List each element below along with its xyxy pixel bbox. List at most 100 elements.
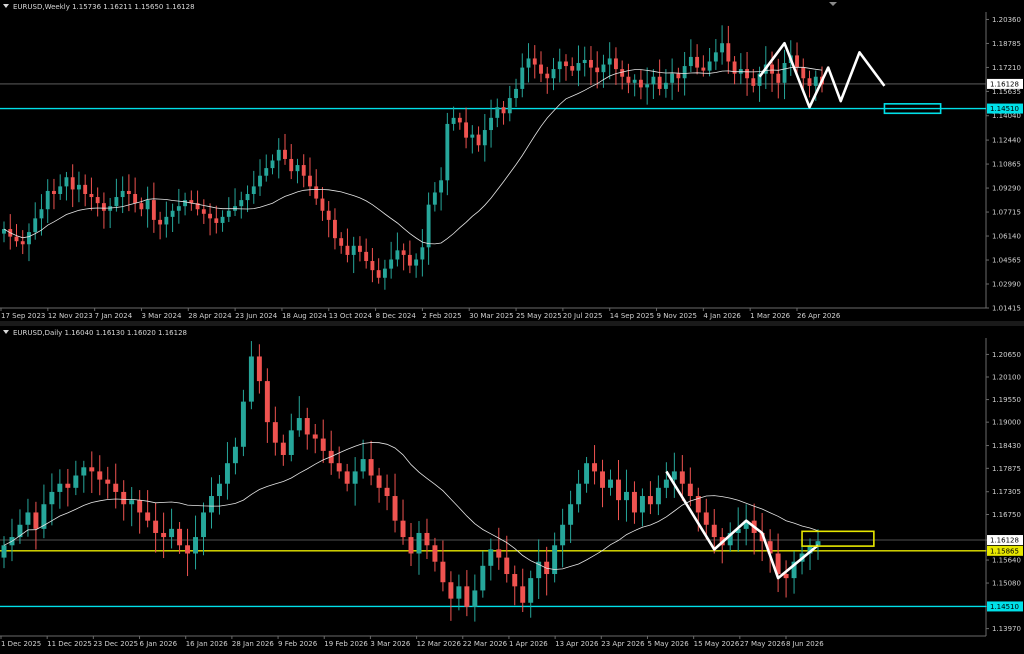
candle-body [545,73,550,79]
candle-body [495,107,500,118]
candle-body [220,216,225,223]
candle-body [528,578,534,603]
price-tick-label: 1.02990 [992,281,1021,289]
candle-body [376,475,382,488]
date-tick-label: 25 May 2025 [516,312,562,320]
price-tick-label: 1.15635 [992,88,1021,96]
date-tick-label: 23 Apr 2026 [601,640,645,648]
price-tick-label: 1.01415 [992,305,1021,313]
candle-body [645,84,650,88]
price-tick-label: 1.12440 [992,137,1021,145]
candle-body [129,500,135,505]
candle-body [121,491,127,505]
candle-body [289,158,294,172]
date-tick-label: 8 Dec 2024 [376,312,417,320]
candle-body [295,165,300,172]
candle-body [655,487,661,505]
candle-body [368,459,374,476]
candle-body [395,250,400,260]
weekly-chart[interactable]: EURUSD,Weekly 1.15736 1.16211 1.15650 1.… [0,0,1024,321]
candle-body [451,117,456,124]
candle-body [657,76,662,89]
candle-body [557,61,562,70]
candle-body [713,52,718,62]
candle-body [407,254,412,266]
candle-body [607,58,612,65]
price-tick-label: 1.20360 [992,16,1021,24]
candle-body [695,56,700,68]
candle-body [296,418,302,431]
candle-body [25,512,31,525]
candle-body [70,177,75,190]
candle-body [616,479,621,501]
candle-body [320,198,325,211]
candle-body [49,491,55,505]
level-price-label: 1.14510 [990,603,1019,611]
candle-body [440,561,446,583]
candle-body [14,236,19,242]
price-tick-label: 1.09290 [992,185,1021,193]
candle-body [183,200,188,207]
price-tick-label: 1.17875 [992,465,1021,473]
date-tick-label: 23 Dec 2025 [93,640,138,648]
candle-body [701,67,706,71]
candle-body [620,69,625,77]
date-tick-label: 19 Feb 2026 [324,640,368,648]
candle-body [382,268,387,278]
candle-body [214,218,219,223]
candle-body [687,483,693,497]
candle-body [101,203,106,211]
price-tick-label: 1.20650 [992,351,1021,359]
candle-body [164,216,169,225]
date-tick-label: 14 Sep 2025 [610,312,654,320]
candle-body [364,251,369,262]
candle-body [185,545,191,554]
candle-body [539,64,543,74]
candle-body [424,532,430,546]
date-tick-label: 12 Mar 2026 [417,640,462,648]
date-tick-label: 9 Feb 2026 [278,640,318,648]
candle-body [426,204,431,248]
date-tick-label: 6 Jan 2026 [140,640,178,648]
current-price-label: 1.16128 [990,80,1019,88]
candle-body [520,67,525,89]
candle-body [568,504,574,525]
candle-body [73,475,79,488]
candle-body [489,117,493,131]
candle-body [584,463,590,484]
daily-chart-panel[interactable]: EURUSD,Daily 1.16040 1.16130 1.16020 1.1… [0,326,1024,654]
candle-body [445,123,450,181]
candle-body [501,107,506,114]
candle-body [504,557,510,575]
date-tick-label: 3 Mar 2026 [370,640,410,648]
date-tick-label: 15 May 2026 [694,640,740,648]
candle-body [333,219,337,239]
daily-chart[interactable]: EURUSD,Daily 1.16040 1.16130 1.16020 1.1… [0,326,1024,654]
candle-body [592,463,598,472]
date-tick-label: 18 Aug 2024 [282,312,327,320]
price-tick-label: 1.07715 [992,209,1021,217]
date-tick-label: 4 Jan 2026 [703,312,741,320]
candle-body [384,487,390,497]
candle-body [663,82,668,89]
candle-body [751,78,756,86]
candle-body [1,545,7,558]
date-tick-label: 27 May 2026 [740,640,786,648]
candle-body [113,483,119,492]
candle-body [626,76,631,83]
candle-body [45,190,50,210]
candle-body [726,43,731,62]
candle-body [170,210,175,217]
candle-body [476,134,481,146]
candle-body [526,58,531,68]
candle-body [647,496,653,505]
candle-body [139,203,144,210]
weekly-chart-panel[interactable]: EURUSD,Weekly 1.15736 1.16211 1.15650 1.… [0,0,1024,321]
price-tick-label: 1.16750 [992,511,1021,519]
candle-body [33,218,38,233]
candle-body [608,479,613,488]
candle-body [301,165,306,176]
candle-body [639,496,645,513]
candle-body [169,528,175,538]
date-tick-label: 11 Dec 2025 [47,640,92,648]
